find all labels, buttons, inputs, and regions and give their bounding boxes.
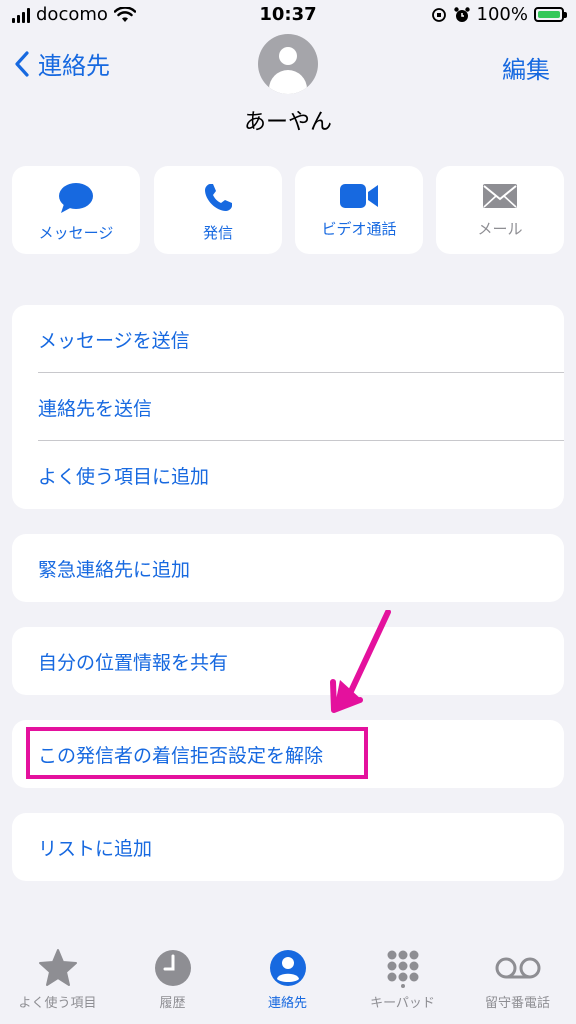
back-label: 連絡先: [38, 52, 110, 80]
share-location-card: 自分の位置情報を共有: [12, 627, 564, 695]
video-icon: [340, 184, 378, 208]
emergency-card: 緊急連絡先に追加: [12, 534, 564, 602]
chevron-left-icon: [15, 50, 29, 77]
call-action-button[interactable]: 発信: [154, 166, 282, 254]
share-contact-row[interactable]: 連絡先を送信: [12, 373, 564, 441]
orientation-lock-icon: [431, 7, 446, 22]
video-call-action-label: ビデオ通話: [321, 220, 397, 238]
call-action-label: 発信: [202, 224, 233, 242]
add-to-list-row[interactable]: リストに追加: [12, 813, 564, 881]
tab-recents-label: 履歴: [159, 996, 186, 1011]
add-to-list-card: リストに追加: [12, 813, 564, 881]
edit-button[interactable]: 編集: [502, 50, 550, 85]
message-action-button[interactable]: メッセージ: [12, 166, 140, 254]
message-icon: [59, 183, 93, 213]
mail-action-button[interactable]: メール: [436, 166, 564, 254]
status-bar: docomo 10:37 100%: [0, 0, 576, 34]
tab-voicemail[interactable]: 留守番電話: [460, 948, 575, 1011]
keypad-icon: [387, 950, 418, 988]
contact-name: あーやん: [243, 110, 332, 135]
tab-contacts[interactable]: 連絡先: [230, 948, 345, 1011]
battery-icon: [534, 7, 567, 22]
add-emergency-contact-row[interactable]: 緊急連絡先に追加: [12, 534, 564, 602]
avatar: [258, 34, 318, 94]
tab-voicemail-label: 留守番電話: [484, 996, 550, 1011]
tab-contacts-label: 連絡先: [267, 996, 307, 1011]
person-icon: [269, 950, 306, 986]
highlight-box: [26, 727, 368, 779]
alarm-icon: [453, 6, 470, 22]
share-location-row[interactable]: 自分の位置情報を共有: [12, 627, 564, 695]
tab-bar: よく使う項目 履歴 連絡先 キーパッド 留守番電話: [0, 948, 576, 1024]
send-message-row[interactable]: メッセージを送信: [12, 305, 564, 373]
mail-icon: [483, 184, 517, 208]
video-call-action-button[interactable]: ビデオ通話: [295, 166, 423, 254]
tab-favorites-label: よく使う項目: [18, 996, 97, 1011]
battery-percent: 100%: [476, 4, 528, 25]
tab-keypad-label: キーパッド: [370, 996, 435, 1011]
voicemail-icon: [495, 957, 540, 979]
tab-favorites[interactable]: よく使う項目: [0, 948, 115, 1011]
mail-action-label: メール: [477, 220, 523, 238]
back-button[interactable]: 連絡先: [14, 46, 110, 81]
phone-icon: [205, 184, 232, 211]
message-action-label: メッセージ: [38, 224, 114, 242]
actions-list-card: メッセージを送信 連絡先を送信 よく使う項目に追加: [12, 305, 564, 509]
add-to-favorites-row[interactable]: よく使う項目に追加: [12, 441, 564, 509]
tab-recents[interactable]: 履歴: [115, 948, 230, 1011]
clock-icon: [154, 950, 191, 986]
annotation-arrow-icon: [330, 610, 391, 713]
status-right: 100%: [431, 4, 567, 25]
tab-keypad[interactable]: キーパッド: [345, 948, 460, 1011]
star-icon: [38, 949, 77, 986]
